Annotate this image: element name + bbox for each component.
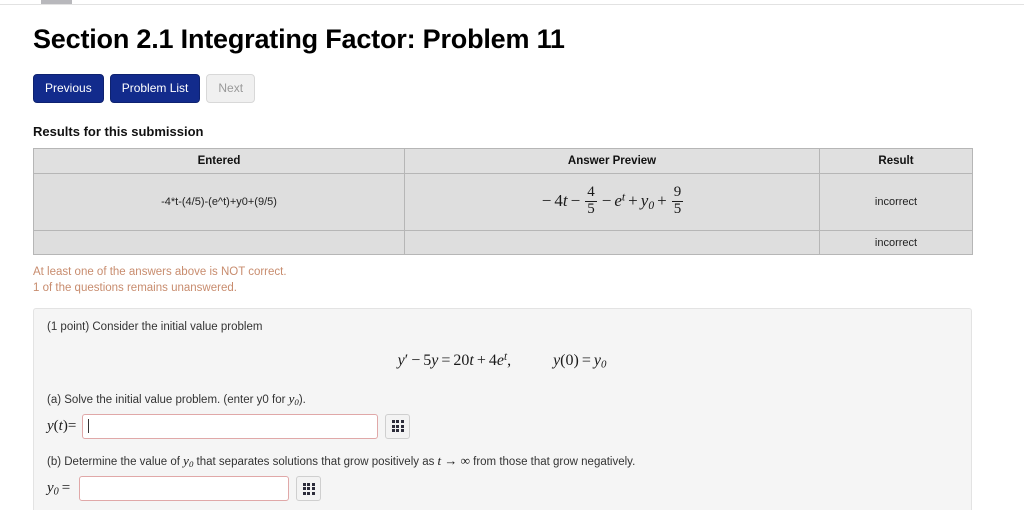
page-title: Section 2.1 Integrating Factor: Problem … xyxy=(33,24,565,54)
part-a-answer-input[interactable] xyxy=(82,413,379,439)
column-header-result: Result xyxy=(819,148,973,174)
answer-preview-math: −4t −4 5− et + y0 +9 5 xyxy=(541,183,684,217)
part-a-text-after: ). xyxy=(298,393,306,406)
problem-list-button[interactable]: Problem List xyxy=(109,74,201,103)
cell-result: incorrect xyxy=(819,173,973,231)
cell-entered xyxy=(33,230,405,255)
part-b-answer-input[interactable] xyxy=(79,476,290,502)
cell-entered: -4*t-(4/5)-(e^t)+y0+(9/5) xyxy=(33,173,405,231)
alert-not-correct: At least one of the answers above is NOT… xyxy=(33,266,287,278)
navigation-button-row: Previous Problem List Next xyxy=(33,74,991,103)
browser-chrome-strip xyxy=(0,0,1024,5)
next-button[interactable]: Next xyxy=(206,74,256,103)
equation-math: y′ −5y = 20t +4et, y(0) = y0 xyxy=(397,351,607,371)
webwork-problem-page: Section 2.1 Integrating Factor: Problem … xyxy=(0,0,1024,510)
grid-icon-glyph xyxy=(302,482,315,495)
part-b-text-3: from those that grow negatively. xyxy=(469,455,636,468)
table-header-row: Entered Answer Preview Result xyxy=(33,148,973,174)
cell-answer-preview: −4t −4 5− et + y0 +9 5 xyxy=(404,173,820,231)
grid-keypad-icon[interactable] xyxy=(296,476,322,502)
results-heading: Results for this submission xyxy=(33,124,204,139)
part-b-answer-label: y0 = xyxy=(47,479,71,498)
entered-answer-text: -4*t-(4/5)-(e^t)+y0+(9/5) xyxy=(161,196,277,208)
grid-keypad-icon[interactable] xyxy=(385,413,411,439)
part-b-answer-row: y0 = xyxy=(47,476,957,502)
cell-answer-preview xyxy=(404,230,820,255)
part-a-text-before: (a) Solve the initial value problem. (en… xyxy=(47,393,289,406)
part-b-text-2: that separates solutions that grow posit… xyxy=(193,455,438,468)
column-header-entered: Entered xyxy=(33,148,405,174)
grid-icon-glyph xyxy=(391,420,404,433)
cell-result: incorrect xyxy=(819,230,973,255)
column-header-answer-preview: Answer Preview xyxy=(404,148,820,174)
part-a-input-shell xyxy=(82,413,379,439)
part-a-answer-label: y(t)= xyxy=(47,417,77,434)
part-a-symbol-y0: y0 xyxy=(288,390,299,407)
text-cursor xyxy=(88,418,90,433)
table-row: incorrect xyxy=(33,230,973,255)
part-b-prompt: (b) Determine the value of y0 that separ… xyxy=(47,453,957,469)
table-row: -4*t-(4/5)-(e^t)+y0+(9/5) −4t −4 5− et + y0 +9… xyxy=(33,173,973,231)
alert-messages: At least one of the answers above is NOT… xyxy=(33,264,991,296)
problem-points-line: (1 point) Consider the initial value pro… xyxy=(47,321,263,333)
previous-button[interactable]: Previous xyxy=(33,74,104,103)
alert-unanswered: 1 of the questions remains unanswered. xyxy=(33,282,237,294)
part-a-prompt: (a) Solve the initial value problem. (en… xyxy=(47,391,957,407)
part-b-limit: t → ∞ xyxy=(437,452,470,468)
problem-panel: (1 point) Consider the initial value pro… xyxy=(33,308,972,510)
page-content: Section 2.1 Integrating Factor: Problem … xyxy=(33,22,991,510)
browser-tab-remnant xyxy=(41,0,72,4)
part-a-answer-row: y(t)= xyxy=(47,413,957,439)
problem-equation: y′ −5y = 20t +4et, y(0) = y0 xyxy=(47,351,957,371)
part-b-symbol-y0: y0 xyxy=(183,452,194,470)
results-table: Entered Answer Preview Result -4*t-(4/5)… xyxy=(33,148,973,255)
part-b-text-1: (b) Determine the value of xyxy=(47,455,184,468)
